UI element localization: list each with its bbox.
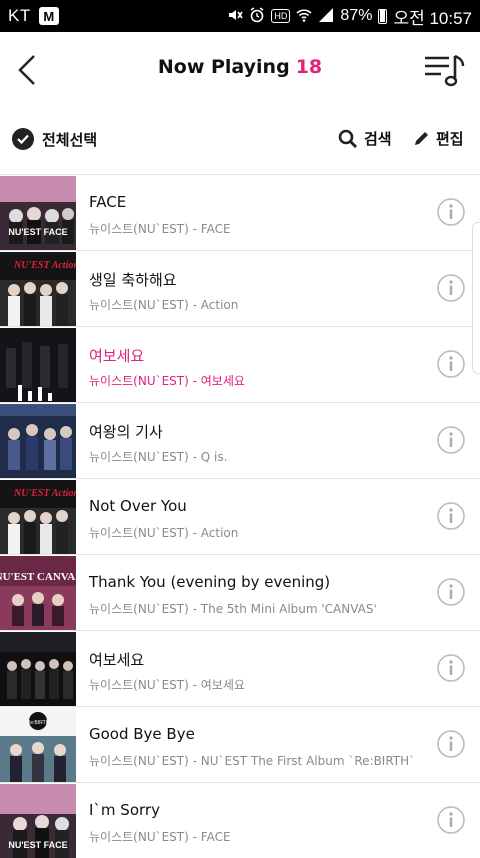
info-icon[interactable] [436,197,466,227]
track-row[interactable]: NU'EST FACE FACE 뉴이스트(NU`EST) - FACE [0,174,480,250]
select-all-button[interactable]: 전체선택 [12,128,97,150]
signal-icon [318,7,334,25]
carrier-label: KT [8,6,31,25]
track-title: 여왕의 기사 [89,423,163,441]
svg-text:NU'EST FACE: NU'EST FACE [8,227,67,237]
track-artist-album: 뉴이스트(NU`EST) - Q is. [89,450,228,464]
track-artist-album: 뉴이스트(NU`EST) - NU`EST The First Album `R… [89,754,416,768]
playlist-music-icon [425,54,465,87]
svg-text:Re:BIRTH: Re:BIRTH [27,720,50,726]
album-art: NU'EST CANVAS [0,556,76,630]
track-row[interactable]: NU'EST FACE I`m Sorry 뉴이스트(NU`EST) - FAC… [0,782,480,858]
album-art: Re:BIRTH [0,708,76,782]
edit-button[interactable]: 편집 [412,128,464,149]
select-all-label: 전체선택 [42,130,98,149]
battery-percent: 87% [340,7,373,24]
info-icon[interactable] [436,577,466,607]
header: Now Playing 18 [0,32,480,110]
wifi-icon [296,7,312,25]
m-app-icon: M [38,7,59,25]
track-title: Good Bye Bye [89,725,195,743]
track-artist-album: 뉴이스트(NU`EST) - 여보세요 [89,374,245,388]
page-title: Now Playing 18 [0,56,480,78]
track-title: 여보세요 [89,651,145,669]
info-icon[interactable] [436,273,466,303]
svg-text:NU'EST Action: NU'EST Action [13,260,76,271]
playlist-button[interactable] [422,48,468,92]
album-art [0,404,76,478]
status-bar: KT M HD 87% 오전 10:57 [0,0,480,32]
track-title: 여보세요 [89,347,145,365]
info-icon[interactable] [436,425,466,455]
search-icon [338,129,358,148]
track-list: NU'EST FACE FACE 뉴이스트(NU`EST) - FACE NU'… [0,174,480,858]
track-artist-album: 뉴이스트(NU`EST) - The 5th Mini Album 'CANVA… [89,602,377,616]
clock: 오전 10:57 [393,8,472,28]
svg-text:NU'EST CANVAS: NU'EST CANVAS [0,571,76,583]
edge-panel-handle[interactable] [472,222,480,374]
info-icon[interactable] [436,501,466,531]
album-art: NU'EST FACE [0,784,76,858]
track-row[interactable]: 여왕의 기사 뉴이스트(NU`EST) - Q is. [0,402,480,478]
track-title: I`m Sorry [89,801,160,819]
alarm-icon [249,7,265,25]
track-artist-album: 뉴이스트(NU`EST) - FACE [89,830,231,844]
album-art: NU'EST Action [0,252,76,326]
track-artist-album: 뉴이스트(NU`EST) - Action [89,298,239,312]
track-title: Not Over You [89,497,187,515]
track-title: 생일 축하해요 [89,271,177,289]
battery-icon [378,8,388,24]
list-toolbar: 전체선택 검색 편집 [0,110,480,174]
mute-icon [227,7,244,25]
album-art: NU'EST FACE [0,176,76,250]
track-artist-album: 뉴이스트(NU`EST) - Action [89,526,239,540]
track-row-now-playing[interactable]: 여보세요 뉴이스트(NU`EST) - 여보세요 [0,326,480,402]
hd-voice-icon: HD [271,9,291,23]
track-row[interactable]: 여보세요 뉴이스트(NU`EST) - 여보세요 [0,630,480,706]
track-count: 18 [295,56,323,78]
track-row[interactable]: NU'EST Action Not Over You 뉴이스트(NU`EST) … [0,478,480,554]
track-row[interactable]: NU'EST Action 생일 축하해요 뉴이스트(NU`EST) - Act… [0,250,480,326]
album-art [0,632,76,706]
track-title: FACE [89,193,127,211]
svg-text:NU'EST FACE: NU'EST FACE [8,840,67,850]
page-title-text: Now Playing [157,56,290,78]
edit-label: 편집 [436,130,464,148]
info-icon[interactable] [436,729,466,759]
track-title: Thank You (evening by evening) [89,573,331,591]
info-icon[interactable] [436,805,466,835]
search-button[interactable]: 검색 [338,128,392,149]
track-artist-album: 뉴이스트(NU`EST) - FACE [89,222,231,236]
track-row[interactable]: NU'EST CANVAS Thank You (evening by even… [0,554,480,630]
svg-text:NU'EST Action: NU'EST Action [13,488,76,499]
track-row[interactable]: Re:BIRTH Good Bye Bye 뉴이스트(NU`EST) - NU`… [0,706,480,782]
info-icon[interactable] [436,349,466,379]
info-icon[interactable] [436,653,466,683]
equalizer-icon [18,385,52,401]
album-art: NU'EST Action [0,480,76,554]
album-art [0,328,76,402]
search-label: 검색 [364,130,392,148]
check-circle-icon [12,128,34,150]
pencil-icon [415,131,428,145]
track-artist-album: 뉴이스트(NU`EST) - 여보세요 [89,678,245,692]
